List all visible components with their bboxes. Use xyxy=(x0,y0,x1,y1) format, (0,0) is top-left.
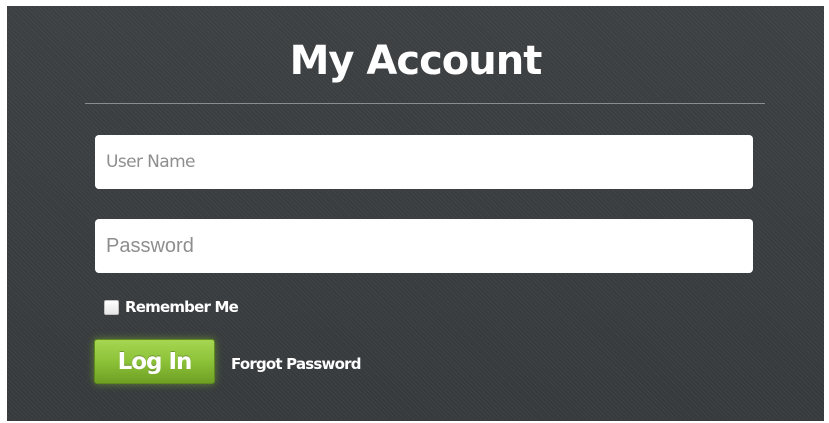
remember-me-checkbox[interactable] xyxy=(104,299,119,315)
forgot-password-link[interactable]: Forgot Password xyxy=(231,355,361,373)
remember-me-option[interactable]: Remember Me xyxy=(104,297,239,317)
password-field[interactable] xyxy=(95,219,753,273)
login-button[interactable]: Log In xyxy=(94,339,215,384)
title-divider xyxy=(85,103,765,104)
username-field[interactable] xyxy=(95,135,753,189)
page-title: My Account xyxy=(289,38,543,84)
remember-me-label: Remember Me xyxy=(125,298,239,316)
login-panel: My Account Remember Me Log In Forgot Pas… xyxy=(7,6,824,421)
